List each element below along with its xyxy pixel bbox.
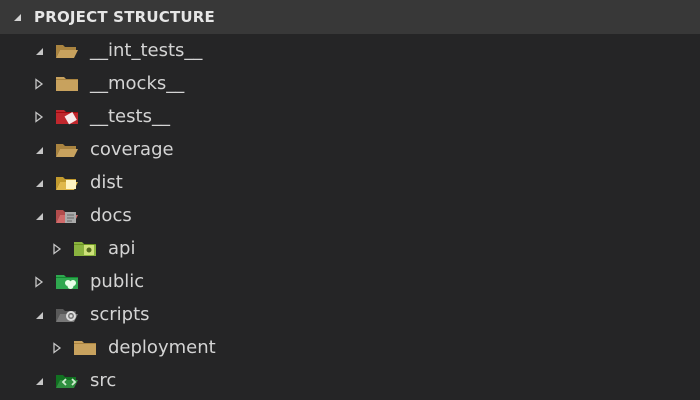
folder-scripts-icon bbox=[54, 304, 80, 326]
chevron-right-icon[interactable] bbox=[50, 242, 64, 256]
tree-item-label: docs bbox=[90, 205, 132, 226]
section-title: PROJECT STRUCTURE bbox=[34, 8, 215, 26]
chevron-right-icon[interactable] bbox=[32, 275, 46, 289]
chevron-right-icon[interactable] bbox=[50, 341, 64, 355]
chevron-right-icon[interactable] bbox=[32, 110, 46, 124]
folder-dist-icon bbox=[54, 172, 80, 194]
chevron-down-icon[interactable] bbox=[32, 44, 46, 58]
folder-api-icon bbox=[72, 238, 98, 260]
folder-open-icon bbox=[54, 139, 80, 161]
tree-item-label: coverage bbox=[90, 139, 174, 160]
chevron-down-icon[interactable] bbox=[32, 143, 46, 157]
chevron-down-icon[interactable] bbox=[32, 209, 46, 223]
folder-icon bbox=[54, 73, 80, 95]
folder-public-icon bbox=[54, 271, 80, 293]
tree-item-deployment[interactable]: deployment bbox=[0, 331, 700, 364]
tree-item-inttests[interactable]: __int_tests__ bbox=[0, 34, 700, 67]
tree-item-dist[interactable]: dist bbox=[0, 166, 700, 199]
tree-item-docs[interactable]: docs bbox=[0, 199, 700, 232]
tree-item-label: dist bbox=[90, 172, 123, 193]
tree-item-label: __int_tests__ bbox=[90, 40, 203, 61]
tree-item-public[interactable]: public bbox=[0, 265, 700, 298]
tree-item-tests[interactable]: __tests__ bbox=[0, 100, 700, 133]
chevron-down-icon[interactable] bbox=[32, 374, 46, 388]
folder-src-icon bbox=[54, 370, 80, 392]
tree-item-label: deployment bbox=[108, 337, 216, 358]
chevron-down-icon[interactable] bbox=[32, 308, 46, 322]
tree-item-label: public bbox=[90, 271, 145, 292]
folder-tests-icon bbox=[54, 106, 80, 128]
folder-open-icon bbox=[54, 40, 80, 62]
folder-docs-icon bbox=[54, 205, 80, 227]
tree-item-src[interactable]: src bbox=[0, 364, 700, 397]
tree-item-coverage[interactable]: coverage bbox=[0, 133, 700, 166]
tree-item-label: __mocks__ bbox=[90, 73, 185, 94]
tree-item-mocks[interactable]: __mocks__ bbox=[0, 67, 700, 100]
chevron-down-icon[interactable] bbox=[0, 11, 34, 23]
tree-item-api[interactable]: api bbox=[0, 232, 700, 265]
explorer-section-header[interactable]: PROJECT STRUCTURE bbox=[0, 0, 700, 34]
chevron-down-icon[interactable] bbox=[32, 176, 46, 190]
tree-item-label: scripts bbox=[90, 304, 150, 325]
tree-item-label: __tests__ bbox=[90, 106, 170, 127]
tree-item-label: src bbox=[90, 370, 117, 391]
tree-item-label: api bbox=[108, 238, 136, 259]
folder-icon bbox=[72, 337, 98, 359]
chevron-right-icon[interactable] bbox=[32, 77, 46, 91]
tree-item-scripts[interactable]: scripts bbox=[0, 298, 700, 331]
